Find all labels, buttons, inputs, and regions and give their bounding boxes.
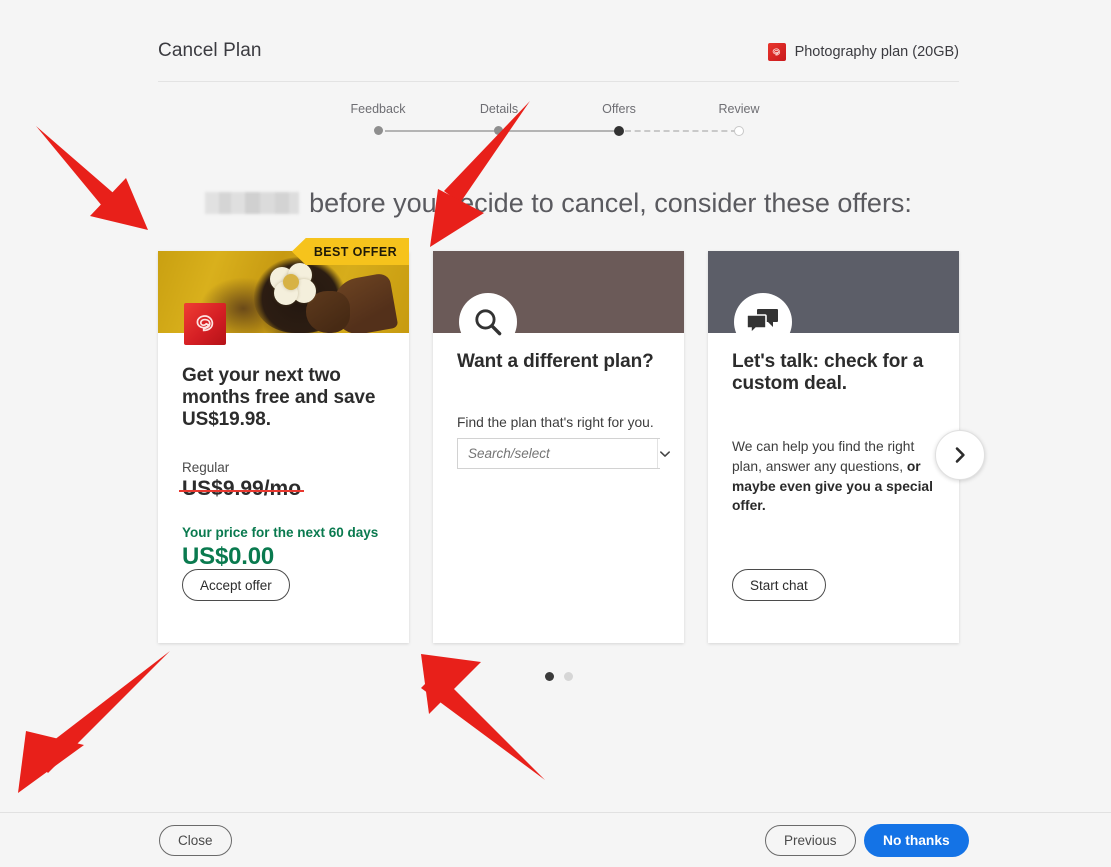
offer-card-custom-deal[interactable]: Let's talk: check for a custom deal. We … xyxy=(708,251,959,643)
headline-text: before you decide to cancel, consider th… xyxy=(309,187,912,218)
card-title: Let's talk: check for a custom deal. xyxy=(732,351,924,395)
plan-search-input[interactable] xyxy=(458,439,657,469)
best-offer-ribbon: BEST OFFER xyxy=(291,238,409,265)
step-connector-1 xyxy=(385,130,497,132)
step-dot-feedback xyxy=(373,126,383,135)
regular-price-label: Regular xyxy=(182,459,230,475)
card-hero xyxy=(433,251,684,351)
step-feedback[interactable]: Feedback xyxy=(333,102,423,116)
plan-badge-label: Photography plan (20GB) xyxy=(794,44,959,60)
step-connector-2 xyxy=(505,130,617,132)
step-label: Details xyxy=(479,102,519,116)
page-headline: before you decide to cancel, consider th… xyxy=(158,183,959,223)
no-thanks-button[interactable]: No thanks xyxy=(864,824,969,857)
step-label: Review xyxy=(718,102,760,116)
card-body: Want a different plan? Find the plan tha… xyxy=(433,333,684,625)
step-dot-offers xyxy=(614,125,624,136)
offers-carousel: BEST OFFER Get your next two months free… xyxy=(158,238,985,643)
card-paragraph-normal: We can help you find the right plan, ans… xyxy=(732,439,915,475)
card-subtitle: Find the plan that's right for you. xyxy=(457,415,654,431)
chevron-down-icon[interactable] xyxy=(657,439,672,469)
card-title: Get your next two months free and save U… xyxy=(182,365,376,431)
previous-button[interactable]: Previous xyxy=(765,825,856,856)
step-label: Offers xyxy=(602,102,636,116)
price-block: Regular US$9.99/mo Your price for the ne… xyxy=(178,459,385,571)
close-button[interactable]: Close xyxy=(159,825,232,856)
step-connector-3 xyxy=(625,130,737,132)
step-dot-details xyxy=(494,126,503,135)
card-title: Want a different plan? xyxy=(457,351,654,372)
step-review[interactable]: Review xyxy=(694,102,784,116)
step-label: Feedback xyxy=(350,102,406,116)
step-offers[interactable]: Offers xyxy=(574,102,664,116)
card-paragraph: We can help you find the right plan, ans… xyxy=(732,437,935,515)
start-chat-button[interactable]: Start chat xyxy=(732,569,826,601)
carousel-dot-2[interactable] xyxy=(563,672,573,681)
accept-offer-button[interactable]: Accept offer xyxy=(182,569,290,601)
flower-icon xyxy=(270,263,316,305)
offer-card-different-plan[interactable]: Want a different plan? Find the plan tha… xyxy=(433,251,684,643)
card-hero xyxy=(708,251,959,351)
search-icon xyxy=(459,293,517,351)
promo-price-value: US$0.00 xyxy=(182,542,274,570)
card-body: Get your next two months free and save U… xyxy=(158,333,409,625)
footer-bar: Close Previous No thanks xyxy=(0,813,1111,867)
annotation-arrow-1 xyxy=(36,126,148,230)
card-body: Let's talk: check for a custom deal. We … xyxy=(708,333,959,625)
card-hero: BEST OFFER xyxy=(158,238,409,345)
creative-cloud-icon xyxy=(184,303,226,345)
cancel-plan-page: Cancel Plan Photography plan (20GB) Feed… xyxy=(0,0,1111,867)
page-header: Cancel Plan Photography plan (20GB) xyxy=(158,40,959,82)
carousel-dot-1[interactable] xyxy=(544,672,554,681)
progress-stepper: Feedback Details Offers Review xyxy=(340,102,780,142)
regular-price-value: US$9.99/mo xyxy=(178,476,305,500)
step-details[interactable]: Details xyxy=(454,102,544,116)
step-dot-review xyxy=(734,126,744,136)
header-divider xyxy=(158,81,959,82)
offer-card-two-months-free[interactable]: BEST OFFER Get your next two months free… xyxy=(158,238,409,643)
carousel-dots xyxy=(158,672,959,681)
plan-select[interactable] xyxy=(457,438,672,470)
creative-cloud-icon xyxy=(767,43,786,61)
page-title: Cancel Plan xyxy=(158,40,262,61)
redacted-name xyxy=(205,192,300,214)
promo-price-label: Your price for the next 60 days xyxy=(182,524,379,540)
chat-bubbles-icon xyxy=(734,293,792,351)
annotation-arrow-3 xyxy=(18,651,170,793)
plan-badge: Photography plan (20GB) xyxy=(767,43,959,61)
carousel-next-icon[interactable] xyxy=(935,430,985,480)
